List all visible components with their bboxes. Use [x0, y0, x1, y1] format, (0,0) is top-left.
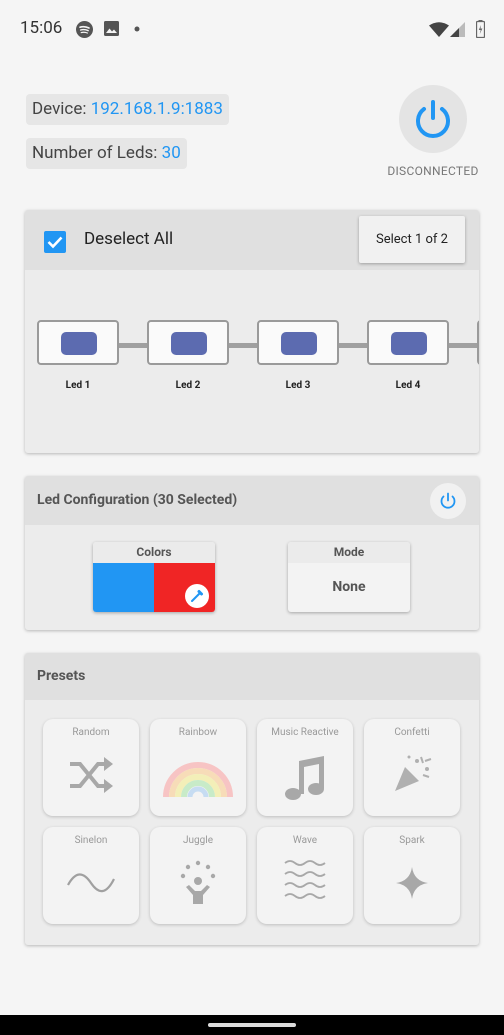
spotify-icon: [76, 21, 93, 38]
color-picker-icon[interactable]: [185, 584, 209, 608]
leds-count-chip: Number of Leds: 30: [26, 138, 187, 169]
led-item[interactable]: [367, 320, 449, 365]
select-page-button[interactable]: Select 1 of 2: [359, 216, 465, 263]
deselect-all-label[interactable]: Deselect All: [84, 229, 173, 249]
led-item[interactable]: [37, 320, 119, 365]
sine-wave-icon: [67, 873, 115, 893]
preset-label: Confetti: [394, 727, 430, 738]
device-address: 192.168.1.9:1883: [90, 99, 223, 119]
preset-random[interactable]: Random: [43, 719, 139, 816]
sparkle-icon: [396, 867, 428, 899]
mode-label: Mode: [288, 542, 410, 563]
shuffle-icon: [70, 757, 113, 793]
mode-card[interactable]: Mode None: [288, 542, 410, 612]
presets-title: Presets: [37, 668, 86, 684]
image-icon: [104, 21, 119, 36]
preset-spark[interactable]: Spark: [364, 827, 460, 924]
device-label: Device:: [32, 99, 87, 119]
preset-label: Rainbow: [178, 727, 218, 738]
config-power-button[interactable]: [430, 483, 466, 519]
led-label: Led 1: [65, 380, 91, 391]
leds-count-value: 30: [161, 143, 181, 163]
preset-label: Random: [72, 727, 110, 738]
wave-icon: [284, 860, 326, 899]
preset-sinelon[interactable]: Sinelon: [43, 827, 139, 924]
leds-count-label: Number of Leds:: [32, 143, 158, 163]
led-label: Led 2: [175, 380, 201, 391]
confetti-icon: [395, 755, 432, 791]
colors-label: Colors: [93, 542, 215, 563]
led-chip: [281, 332, 317, 355]
preset-label: Juggle: [183, 835, 213, 846]
checkmark-icon: [47, 236, 63, 249]
preset-label: Sinelon: [74, 835, 108, 846]
preset-label: Spark: [399, 835, 425, 846]
led-chip: [61, 332, 97, 355]
led-config-card: Led Configuration (30 Selected) Colors M…: [25, 476, 479, 630]
preset-music-reactive[interactable]: Music Reactive: [257, 719, 353, 816]
led-item[interactable]: [147, 320, 229, 365]
preset-label: Wave: [292, 835, 318, 846]
mode-value: None: [332, 579, 366, 595]
led-selection-card: Deselect All Select 1 of 2 Led 1 Led 2 L…: [25, 210, 479, 453]
home-gesture-handle[interactable]: [208, 1023, 296, 1027]
led-chip: [391, 332, 427, 355]
presets-card: Presets Random Rainbow Music Reactive Co…: [25, 653, 479, 945]
config-header: Led Configuration (30 Selected): [25, 476, 479, 525]
led-chip: [171, 332, 207, 355]
music-note-icon: [285, 756, 324, 800]
colors-card[interactable]: Colors: [93, 542, 215, 612]
wifi-icon: [429, 22, 449, 37]
rainbow-icon: [163, 762, 233, 798]
device-chip: Device: 192.168.1.9:1883: [26, 94, 229, 125]
led-item[interactable]: [257, 320, 339, 365]
presets-header: Presets: [25, 653, 479, 700]
battery-icon: [476, 20, 485, 38]
preset-label: Music Reactive: [271, 727, 339, 738]
preset-rainbow[interactable]: Rainbow: [150, 719, 246, 816]
selection-header: Deselect All Select 1 of 2: [25, 210, 479, 270]
cellular-icon: [450, 22, 465, 37]
select-all-checkbox[interactable]: [44, 231, 66, 253]
led-label: Led 4: [395, 380, 421, 391]
color-swatch-blue[interactable]: [93, 563, 154, 612]
power-icon: [416, 100, 450, 138]
preset-wave[interactable]: Wave: [257, 827, 353, 924]
config-title: Led Configuration (30 Selected): [37, 492, 238, 508]
led-item-partial[interactable]: [477, 320, 479, 365]
power-icon: [440, 492, 456, 509]
status-time: 15:06: [20, 18, 63, 38]
connect-power-button[interactable]: [399, 85, 467, 153]
connection-status: DISCONNECTED: [387, 164, 479, 178]
juggle-icon: [180, 860, 216, 904]
led-label: Led 3: [285, 380, 311, 391]
status-bar: 15:06: [0, 0, 504, 60]
preset-juggle[interactable]: Juggle: [150, 827, 246, 924]
preset-confetti[interactable]: Confetti: [364, 719, 460, 816]
dot-icon: [134, 26, 140, 32]
